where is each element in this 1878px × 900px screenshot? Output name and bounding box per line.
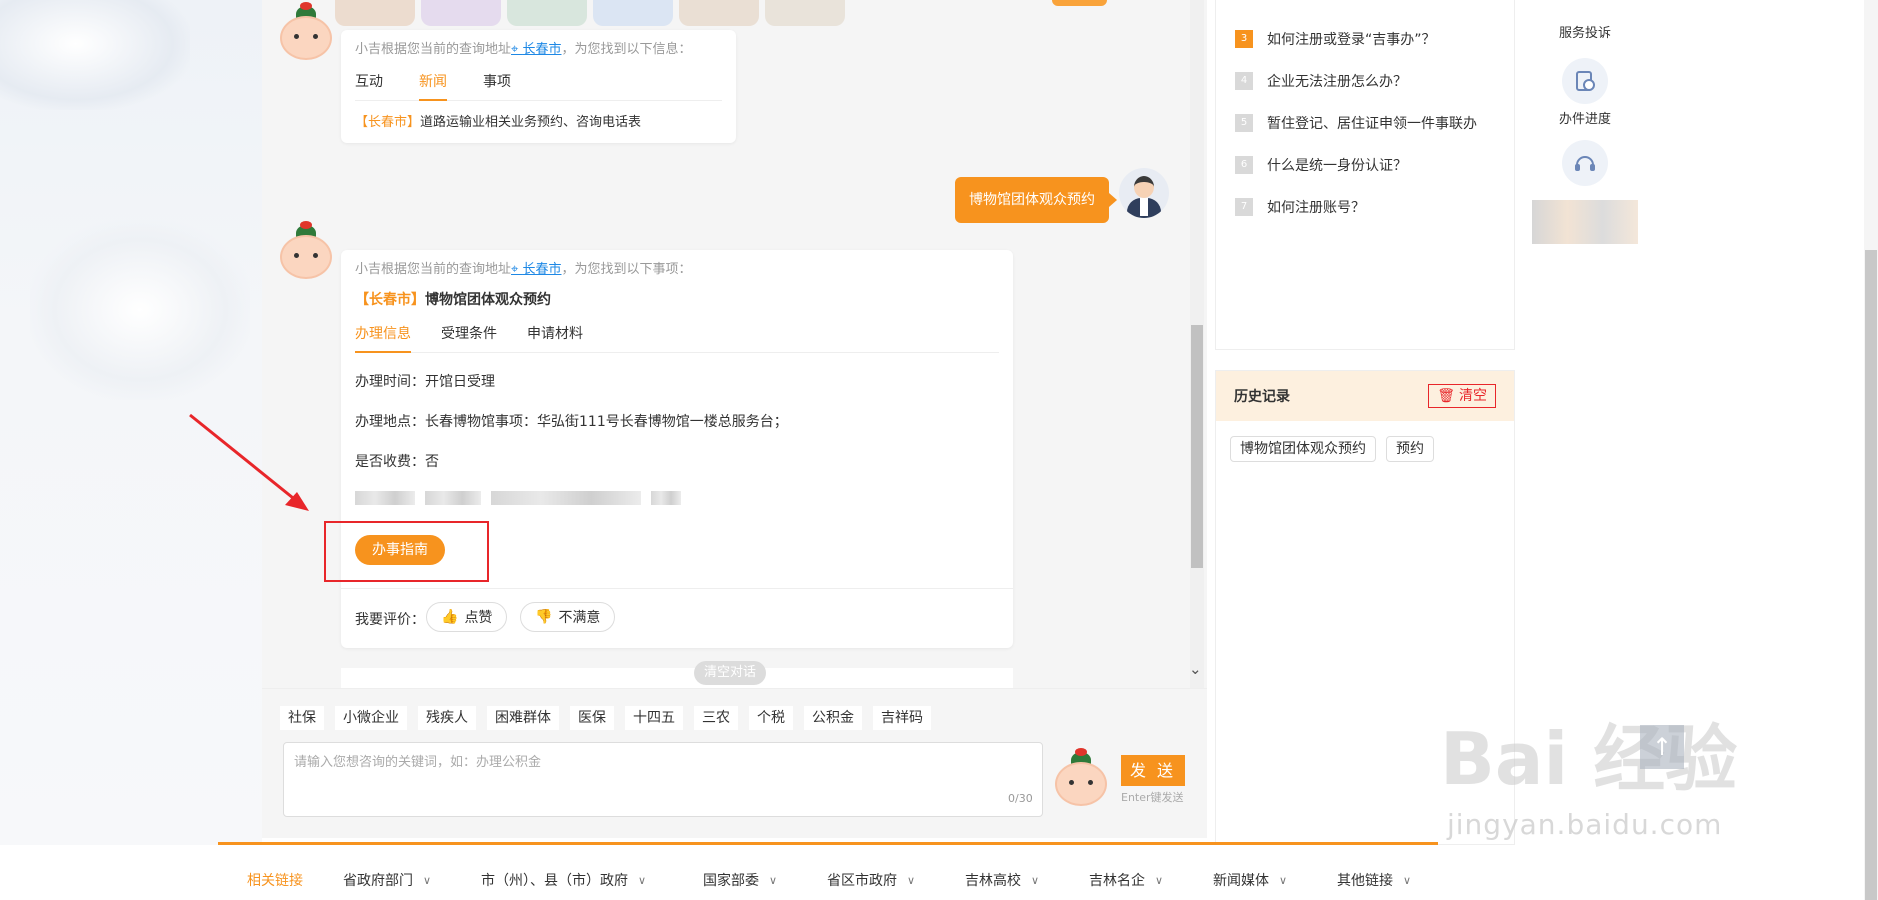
faq-item[interactable]: 5 暂住登记、居住证申领一件事联办 bbox=[1235, 113, 1477, 133]
bot-matter-card: 小吉根据您当前的查询地址⌖ 长春市，为您找到以下事项： 【长春市】博物馆团体观众… bbox=[341, 250, 1013, 648]
handling-place: 办理地点：长春博物馆事项：华弘街111号长春博物馆一楼总服务台； bbox=[355, 414, 788, 430]
quick-tags: 社保 小微企业 残疾人 困难群体 医保 十四五 三农 个税 公积金 吉祥码 bbox=[280, 706, 931, 730]
tab-matters[interactable]: 事项 bbox=[483, 71, 511, 100]
location-link[interactable]: ⌖ 长春市 bbox=[511, 42, 561, 57]
fee-info: 是否收费：否 bbox=[355, 454, 439, 470]
tab-application-materials[interactable]: 申请材料 bbox=[527, 323, 583, 352]
quick-tag[interactable]: 医保 bbox=[570, 706, 614, 730]
clear-history-button[interactable]: 🗑 清空 bbox=[1428, 384, 1496, 408]
history-title: 历史记录 bbox=[1234, 389, 1290, 405]
history-header: 历史记录 🗑 清空 bbox=[1216, 371, 1514, 421]
quick-tag[interactable]: 十四五 bbox=[625, 706, 683, 730]
location-link[interactable]: ⌖ 长春市 bbox=[511, 262, 561, 277]
footer-other-links[interactable]: 其他链接 ∨ bbox=[1337, 870, 1411, 890]
question-input[interactable]: 请输入您想咨询的关键词，如：办理公积金 bbox=[283, 742, 1043, 817]
query-hint: 小吉根据您当前的查询地址⌖ 长春市，为您找到以下信息： bbox=[355, 42, 692, 57]
message-tabs: 互动 新闻 事项 bbox=[355, 71, 722, 101]
footer-links bbox=[218, 845, 1878, 900]
next-message-card bbox=[341, 668, 1013, 688]
bot-avatar bbox=[280, 2, 332, 60]
back-to-top-icon[interactable]: ↑ bbox=[1640, 725, 1684, 769]
history-tag[interactable]: 博物馆团体观众预约 bbox=[1230, 436, 1376, 462]
quick-tag[interactable]: 个税 bbox=[749, 706, 793, 730]
thumb-up-icon: 👍 bbox=[441, 609, 459, 625]
rate-label: 我要评价： bbox=[355, 612, 425, 628]
footer-jilin-enterprises[interactable]: 吉林名企 ∨ bbox=[1089, 870, 1163, 890]
chevron-down-icon: ∨ bbox=[907, 873, 916, 887]
red-arrow-icon bbox=[189, 413, 309, 511]
headset-icon bbox=[1562, 140, 1608, 186]
bot-avatar bbox=[1055, 748, 1107, 806]
blurred-qr-area bbox=[1532, 200, 1638, 244]
page-scrollbar[interactable] bbox=[1864, 0, 1878, 900]
footer-city-governments[interactable]: 市（州）、县（市）政府 ∨ bbox=[481, 870, 646, 890]
footer-news-media[interactable]: 新闻媒体 ∨ bbox=[1213, 870, 1287, 890]
quick-tag[interactable]: 困难群体 bbox=[487, 706, 559, 730]
tab-handling-info[interactable]: 办理信息 bbox=[355, 323, 411, 353]
tab-acceptance-conditions[interactable]: 受理条件 bbox=[441, 323, 497, 352]
footer-divider bbox=[218, 842, 1438, 845]
char-counter: 0/30 bbox=[1008, 792, 1033, 805]
footer-provincial-governments[interactable]: 省区市政府 ∨ bbox=[827, 870, 915, 890]
top-orange-button[interactable] bbox=[1052, 0, 1107, 6]
quick-tag[interactable]: 社保 bbox=[280, 706, 324, 730]
faq-item[interactable]: 3 如何注册或登录“吉事办”？ bbox=[1235, 29, 1436, 49]
chevron-down-icon: ∨ bbox=[1403, 873, 1412, 887]
quick-tag[interactable]: 小微企业 bbox=[335, 706, 407, 730]
news-link[interactable]: 【长春市】道路运输业相关业务预约、咨询电话表 bbox=[355, 111, 722, 130]
blurred-contact-row bbox=[355, 491, 999, 505]
footer-jilin-universities[interactable]: 吉林高校 ∨ bbox=[965, 870, 1039, 890]
baidu-watermark: Bai 经验 bbox=[1440, 717, 1738, 801]
chevron-down-icon: ∨ bbox=[638, 873, 647, 887]
chevron-down-icon: ∨ bbox=[1279, 873, 1288, 887]
chevron-down-icon[interactable]: ⌄ bbox=[1189, 660, 1202, 678]
footer-state-ministries[interactable]: 国家部委 ∨ bbox=[703, 870, 777, 890]
dislike-button[interactable]: 👎 不满意 bbox=[520, 602, 616, 632]
service-complaint-link[interactable]: 服务投诉 bbox=[1530, 22, 1640, 41]
case-progress-link[interactable]: 办件进度 bbox=[1530, 58, 1640, 127]
handling-time: 办理时间：开馆日受理 bbox=[355, 374, 495, 390]
progress-icon bbox=[1562, 58, 1608, 104]
trash-icon: 🗑 bbox=[1437, 388, 1455, 404]
user-avatar bbox=[1119, 168, 1169, 218]
chevron-down-icon: ∨ bbox=[1031, 873, 1040, 887]
send-hint: Enter键发送 bbox=[1121, 791, 1184, 804]
background-cloud bbox=[30, 220, 250, 400]
query-hint: 小吉根据您当前的查询地址⌖ 长春市，为您找到以下事项： bbox=[355, 262, 692, 277]
quick-tag[interactable]: 公积金 bbox=[804, 706, 862, 730]
quick-tag[interactable]: 三农 bbox=[694, 706, 738, 730]
clear-chat-button[interactable]: 清空对话 bbox=[694, 661, 767, 685]
tab-interaction[interactable]: 互动 bbox=[355, 71, 383, 100]
quick-tag[interactable]: 吉祥码 bbox=[873, 706, 931, 730]
chevron-down-icon: ∨ bbox=[423, 873, 432, 887]
watermark-url: jingyan.baidu.com bbox=[1447, 808, 1723, 841]
faq-item[interactable]: 7 如何注册账号？ bbox=[1235, 197, 1365, 217]
matter-tabs: 办理信息 受理条件 申请材料 bbox=[355, 323, 999, 353]
thumb-down-icon: 👎 bbox=[535, 609, 553, 625]
customer-service-link[interactable] bbox=[1530, 140, 1640, 190]
like-button[interactable]: 👍 点赞 bbox=[426, 602, 508, 632]
faq-item[interactable]: 4 企业无法注册怎么办？ bbox=[1235, 71, 1407, 91]
highlight-box bbox=[324, 521, 489, 582]
tab-news[interactable]: 新闻 bbox=[419, 71, 447, 101]
footer-related-links[interactable]: 相关链接 bbox=[247, 870, 303, 890]
faq-panel bbox=[1215, 0, 1515, 350]
footer-province-departments[interactable]: 省政府部门 ∨ bbox=[343, 870, 431, 890]
matter-title: 【长春市】博物馆团体观众预约 bbox=[355, 292, 551, 308]
quick-tag[interactable]: 残疾人 bbox=[418, 706, 476, 730]
bot-message-card: 小吉根据您当前的查询地址⌖ 长春市，为您找到以下信息： 互动 新闻 事项 【长春… bbox=[341, 30, 736, 143]
chevron-down-icon: ∨ bbox=[1155, 873, 1164, 887]
history-tags: 博物馆团体观众预约 预约 bbox=[1216, 421, 1514, 477]
send-button[interactable]: 发 送 bbox=[1121, 755, 1185, 786]
chevron-down-icon: ∨ bbox=[769, 873, 778, 887]
chat-scroll-thumb[interactable] bbox=[1191, 325, 1203, 568]
history-tag[interactable]: 预约 bbox=[1386, 436, 1434, 462]
service-category-strip[interactable] bbox=[335, 0, 845, 26]
background-cloud bbox=[0, 0, 190, 110]
user-message-bubble: 博物馆团体观众预约 bbox=[955, 177, 1117, 223]
bot-avatar bbox=[280, 221, 332, 279]
faq-item[interactable]: 6 什么是统一身份认证？ bbox=[1235, 155, 1407, 175]
